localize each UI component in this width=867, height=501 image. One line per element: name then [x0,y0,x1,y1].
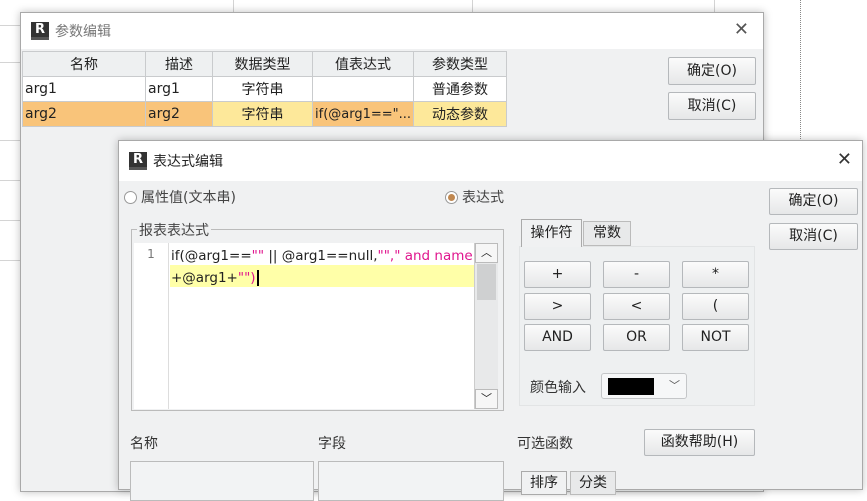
function-help-button[interactable]: 函数帮助(H) [644,429,755,456]
operator-button[interactable]: OR [603,324,670,351]
cell-ptype[interactable]: 动态参数 [413,101,508,127]
app-logo-icon: R [31,22,49,40]
col-header[interactable]: 名称 [22,51,146,77]
app-logo-icon: R [129,152,147,170]
field-label: 字段 [318,436,346,452]
operator-button[interactable]: + [524,261,591,288]
close-icon[interactable]: ✕ [837,149,852,170]
cell-type[interactable]: 字符串 [212,101,313,127]
col-header[interactable]: 参数类型 [413,51,508,77]
title-bar: R 表达式编辑 ✕ [119,141,862,181]
operator-button[interactable]: < [603,293,670,320]
field-list[interactable] [318,461,504,501]
radio-label: 属性值(文本串) [141,190,236,206]
close-icon[interactable]: ✕ [734,19,749,40]
radio-unchecked-icon[interactable] [124,190,137,204]
cell-name[interactable]: arg1 [22,76,146,102]
color-swatch [608,378,654,395]
col-header[interactable]: 值表达式 [311,51,415,77]
operator-button[interactable]: - [603,261,670,288]
cancel-button[interactable]: 取消(C) [769,223,858,250]
col-header[interactable]: 数据类型 [212,51,313,77]
cancel-button[interactable]: 取消(C) [668,92,756,120]
line-number: 1 [134,243,169,409]
ok-button[interactable]: 确定(O) [769,188,858,215]
chevron-down-icon: ﹀ [669,379,680,392]
function-label: 可选函数 [517,436,573,452]
scroll-thumb[interactable] [477,264,496,300]
scroll-up-icon[interactable]: ︿ [475,243,498,263]
tab-sort[interactable]: 排序 [521,471,567,495]
cell-type[interactable]: 字符串 [212,76,313,102]
radio-checked-icon[interactable] [445,190,458,204]
table-row-selected[interactable]: arg2 arg2 字符串 if(@arg1=="... 动态参数 [22,101,508,127]
group-label: 报表表达式 [137,220,211,240]
vertical-scrollbar[interactable]: ︿ ﹀ [474,243,498,409]
name-label: 名称 [130,436,158,452]
cell-desc[interactable]: arg2 [145,101,213,127]
operator-button[interactable]: * [682,261,749,288]
table-row[interactable]: arg1 arg1 字符串 普通参数 [22,76,508,102]
code-text[interactable]: if(@arg1=="" || @arg1==null,""," and nam… [171,245,490,289]
param-table: 名称 描述 数据类型 值表达式 参数类型 arg1 arg1 字符串 普通参数 … [22,51,508,127]
radio-expression[interactable]: 表达式 [445,187,504,207]
operator-button[interactable]: AND [524,324,591,351]
cell-expr[interactable]: if(@arg1=="... [311,101,415,127]
cell-desc[interactable]: arg1 [145,76,213,102]
color-label: 颜色输入 [530,380,586,396]
radio-label: 表达式 [462,190,504,206]
operator-button[interactable]: NOT [682,324,749,351]
dialog-title: 参数编辑 [55,24,111,40]
tab-constants[interactable]: 常数 [583,221,631,246]
color-select[interactable]: ﹀ [601,373,687,399]
code-editor[interactable]: 1 if(@arg1=="" || @arg1==null,""," and n… [134,243,498,409]
operator-button[interactable]: ( [682,293,749,320]
radio-text[interactable]: 属性值(文本串) [124,187,236,207]
name-list[interactable] [130,461,314,501]
expression-dialog: R 表达式编辑 ✕ 属性值(文本串) 表达式 报表表达式 1 if(@arg1=… [118,140,863,501]
dialog-title: 表达式编辑 [153,154,223,170]
cell-ptype[interactable]: 普通参数 [413,76,508,102]
title-bar: R 参数编辑 ✕ [21,13,763,49]
operator-button[interactable]: > [524,293,591,320]
cell-expr[interactable] [311,76,415,102]
cell-name[interactable]: arg2 [22,101,146,127]
tab-category[interactable]: 分类 [570,471,616,495]
tab-operators[interactable]: 操作符 [521,219,582,247]
col-header[interactable]: 描述 [145,51,213,77]
scroll-down-icon[interactable]: ﹀ [475,389,498,409]
ok-button[interactable]: 确定(O) [668,57,756,85]
